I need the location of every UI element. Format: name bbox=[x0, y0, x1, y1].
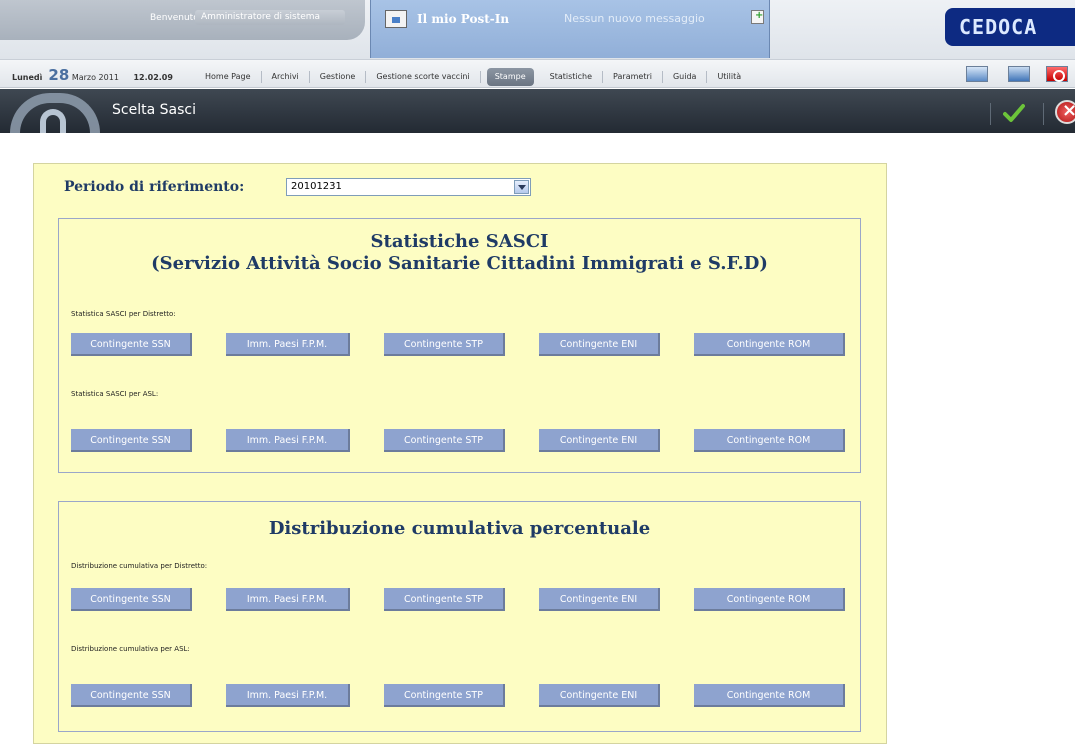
chevron-down-icon[interactable] bbox=[514, 180, 529, 194]
contingente-stp-button[interactable]: Contingente STP bbox=[384, 333, 505, 356]
contingente-stp-button[interactable]: Contingente STP bbox=[384, 684, 505, 707]
group-label: Statistica SASCI per ASL: bbox=[71, 390, 159, 398]
button-row: Contingente SSN Imm. Paesi F.P.M. Contin… bbox=[71, 684, 845, 707]
nav-gestione[interactable]: Gestione bbox=[310, 71, 367, 83]
nav-gestione-scorte-vaccini[interactable]: Gestione scorte vaccini bbox=[366, 71, 481, 83]
nav-utilita[interactable]: Utilità bbox=[707, 71, 751, 83]
welcome-panel: Benvenuto Amministratore di sistema bbox=[0, 0, 365, 40]
periodo-value: 20101231 bbox=[291, 181, 342, 192]
contingente-ssn-button[interactable]: Contingente SSN bbox=[71, 429, 192, 452]
postin-message: Nessun nuovo messaggio bbox=[564, 12, 705, 25]
nav-archivi[interactable]: Archivi bbox=[262, 71, 310, 83]
contingente-rom-button[interactable]: Contingente ROM bbox=[694, 588, 845, 611]
contingente-stp-button[interactable]: Contingente STP bbox=[384, 588, 505, 611]
day-number: 28 bbox=[48, 66, 70, 84]
window-icon[interactable] bbox=[966, 66, 988, 82]
contingente-rom-button[interactable]: Contingente ROM bbox=[694, 333, 845, 356]
monitor-icon[interactable] bbox=[1008, 66, 1030, 82]
button-row: Contingente SSN Imm. Paesi F.P.M. Contin… bbox=[71, 588, 845, 611]
periodo-select[interactable]: 20101231 bbox=[286, 178, 531, 196]
group-label: Statistica SASCI per Distretto: bbox=[71, 310, 176, 318]
group-label: Distribuzione cumulativa per Distretto: bbox=[71, 562, 208, 570]
date-display: Lunedì 28 Marzo 2011 12.02.09 bbox=[12, 66, 173, 84]
close-icon[interactable] bbox=[1055, 100, 1075, 124]
nav-guida[interactable]: Guida bbox=[663, 71, 708, 83]
clock: 12.02.09 bbox=[133, 73, 173, 82]
section-distribuzione-cumulativa: Distribuzione cumulativa percentuale Dis… bbox=[58, 501, 861, 732]
toolbar-divider bbox=[990, 103, 991, 125]
section-title: Statistiche SASCI bbox=[370, 231, 549, 252]
add-note-icon[interactable] bbox=[751, 10, 764, 24]
welcome-label: Benvenuto bbox=[150, 13, 199, 23]
nav-statistiche[interactable]: Statistiche bbox=[540, 71, 604, 83]
main-menu: Home Page Archivi Gestione Gestione scor… bbox=[195, 68, 751, 86]
contingente-stp-button[interactable]: Contingente STP bbox=[384, 429, 505, 452]
contingente-eni-button[interactable]: Contingente ENI bbox=[539, 588, 660, 611]
imm-paesi-fpm-button[interactable]: Imm. Paesi F.P.M. bbox=[226, 588, 350, 611]
contingente-ssn-button[interactable]: Contingente SSN bbox=[71, 588, 192, 611]
title-bar: Scelta Sasci bbox=[0, 89, 1075, 133]
nav-bar: Lunedì 28 Marzo 2011 12.02.09 Home Page A… bbox=[0, 60, 1075, 88]
contingente-eni-button[interactable]: Contingente ENI bbox=[539, 333, 660, 356]
nav-home-page[interactable]: Home Page bbox=[195, 71, 262, 83]
top-header: Benvenuto Amministratore di sistema Il m… bbox=[0, 0, 1075, 60]
user-name: Amministratore di sistema bbox=[195, 10, 345, 25]
main-panel: Periodo di riferimento: 20101231 Statist… bbox=[33, 163, 887, 744]
imm-paesi-fpm-button[interactable]: Imm. Paesi F.P.M. bbox=[226, 684, 350, 707]
button-row: Contingente SSN Imm. Paesi F.P.M. Contin… bbox=[71, 333, 845, 356]
contingente-eni-button[interactable]: Contingente ENI bbox=[539, 429, 660, 452]
imm-paesi-fpm-button[interactable]: Imm. Paesi F.P.M. bbox=[226, 333, 350, 356]
contingente-ssn-button[interactable]: Contingente SSN bbox=[71, 333, 192, 356]
power-icon[interactable] bbox=[1046, 66, 1068, 82]
toolbar-divider bbox=[1043, 103, 1044, 125]
logo: CEDOCA bbox=[945, 8, 1075, 46]
contingente-rom-button[interactable]: Contingente ROM bbox=[694, 684, 845, 707]
checkmark-icon[interactable] bbox=[1003, 103, 1025, 123]
button-row: Contingente SSN Imm. Paesi F.P.M. Contin… bbox=[71, 429, 845, 452]
contingente-ssn-button[interactable]: Contingente SSN bbox=[71, 684, 192, 707]
group-label: Distribuzione cumulativa per ASL: bbox=[71, 645, 190, 653]
note-icon[interactable] bbox=[385, 10, 407, 28]
section-subtitle: (Servizio Attività Socio Sanitarie Citta… bbox=[151, 253, 768, 274]
section-title: Distribuzione cumulativa percentuale bbox=[268, 518, 651, 539]
postin-title[interactable]: Il mio Post-In bbox=[417, 12, 509, 26]
postin-panel[interactable]: Il mio Post-In Nessun nuovo messaggio bbox=[370, 0, 770, 58]
imm-paesi-fpm-button[interactable]: Imm. Paesi F.P.M. bbox=[226, 429, 350, 452]
contingente-eni-button[interactable]: Contingente ENI bbox=[539, 684, 660, 707]
periodo-label: Periodo di riferimento: bbox=[64, 179, 245, 195]
contingente-rom-button[interactable]: Contingente ROM bbox=[694, 429, 845, 452]
month-year: Marzo 2011 bbox=[71, 73, 119, 82]
nav-parametri[interactable]: Parametri bbox=[603, 71, 663, 83]
nav-stampe[interactable]: Stampe bbox=[486, 68, 534, 86]
swirl-inner-icon bbox=[40, 109, 66, 133]
page-title: Scelta Sasci bbox=[112, 102, 196, 118]
day-name: Lunedì bbox=[12, 73, 43, 82]
section-statistiche-sasci: Statistiche SASCI (Servizio Attività Soc… bbox=[58, 218, 861, 473]
